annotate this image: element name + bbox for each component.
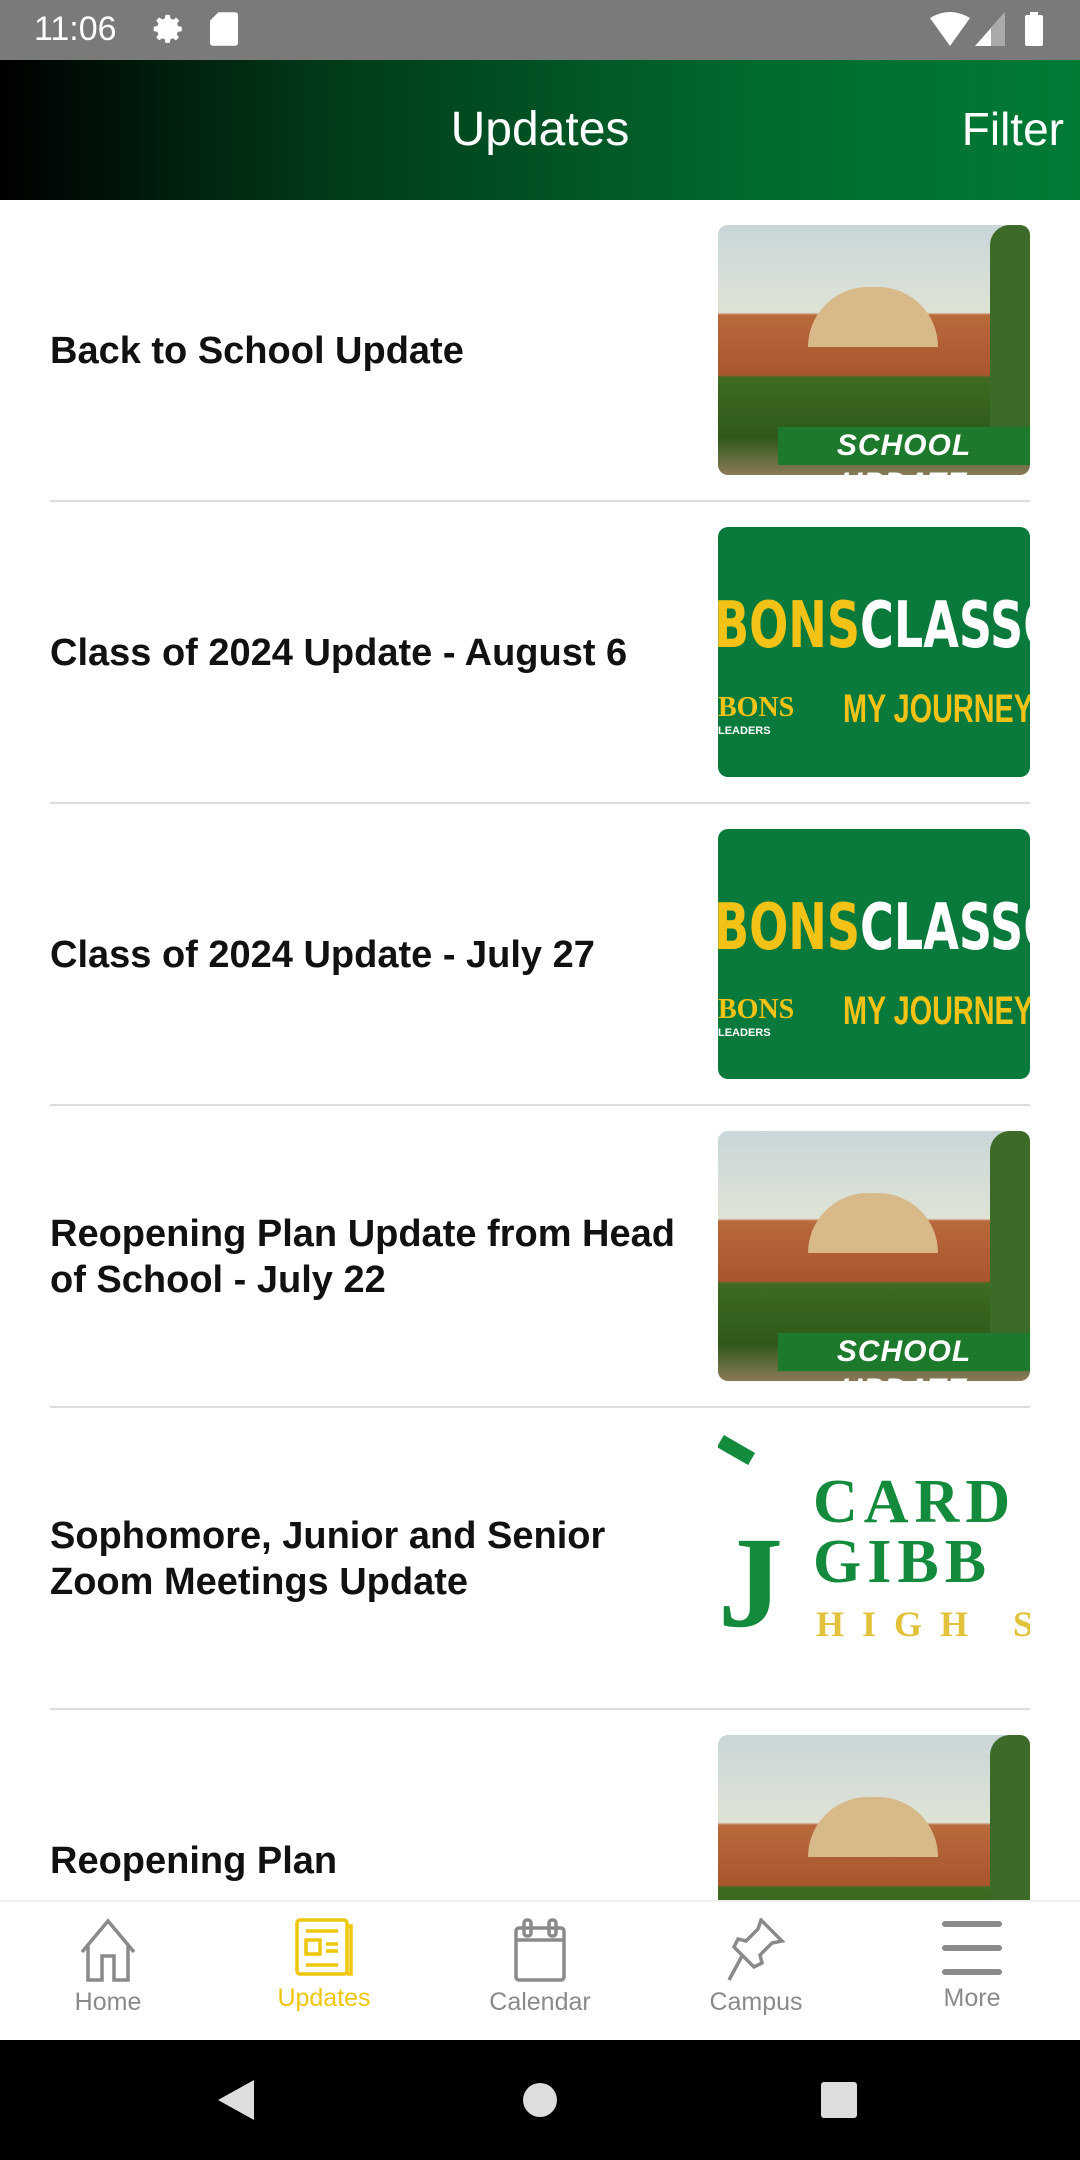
school-logo-thumbnail: J CARD GIBB HIGH S <box>718 1433 1030 1683</box>
update-list-item[interactable]: Reopening Plan Update from Head of Schoo… <box>0 1106 1080 1408</box>
thumbnail-text: LEADERS <box>718 725 771 737</box>
update-title: Reopening Plan Update from Head of Schoo… <box>50 1213 675 1301</box>
tab-campus[interactable]: Campus <box>648 1902 864 2040</box>
tab-updates[interactable]: Updates <box>216 1902 432 2040</box>
tab-label: Home <box>74 1988 142 2016</box>
sd-card-icon <box>210 12 238 46</box>
update-title: Back to School Update <box>50 330 464 372</box>
gear-icon <box>153 14 182 43</box>
bottom-nav: Home Updates Calendar Campus More <box>0 1900 1080 2040</box>
thumbnail-text: CLASSOF <box>860 589 1030 663</box>
school-update-thumbnail: SCHOOL UPDATE <box>718 1735 1030 1900</box>
status-bar: 11:06 <box>0 0 1080 60</box>
menu-icon <box>864 1918 1080 1978</box>
calendar-icon <box>432 1918 648 1982</box>
thumbnail-text: BONS <box>718 891 861 965</box>
thumbnail-caption: SCHOOL UPDATE <box>778 1333 1030 1381</box>
logo-text: HIGH S <box>816 1604 1030 1644</box>
update-list-item[interactable]: Class of 2024 Update - July 27BONSCLASSO… <box>0 804 1080 1106</box>
school-update-thumbnail: SCHOOL UPDATE <box>718 225 1030 475</box>
logo-text: GIBB <box>813 1528 993 1596</box>
update-title: Class of 2024 Update - August 6 <box>50 632 628 674</box>
battery-icon <box>1025 12 1043 46</box>
filter-button[interactable]: Filter <box>962 102 1064 156</box>
class-of-2024-thumbnail: BONSCLASSOFBONSLEADERSMY JOURNEY <box>718 829 1030 1079</box>
back-icon[interactable] <box>218 2080 254 2120</box>
update-list-item[interactable]: Reopening Plan SCHOOL UPDATE <box>0 1710 1080 1900</box>
home-circle-icon[interactable] <box>522 2082 558 2118</box>
update-list-item[interactable]: Class of 2024 Update - August 6 BONSCLASS… <box>0 502 1080 804</box>
signal-icon <box>975 12 1005 46</box>
tab-more[interactable]: More <box>864 1902 1080 2040</box>
thumbnail-text: MY JOURNEY <box>843 989 1030 1033</box>
pushpin-icon <box>648 1918 864 1982</box>
recents-icon[interactable] <box>821 2082 857 2118</box>
school-update-thumbnail: SCHOOL UPDATE <box>718 1131 1030 1381</box>
update-list-item[interactable]: Sophomore, Junior and Senior Zoom Meetin… <box>0 1408 1080 1710</box>
home-icon <box>0 1918 216 1982</box>
thumbnail-text: BONS <box>718 692 795 723</box>
thumbnail-text: CLASSOF <box>860 891 1030 965</box>
thumbnail-text: BONS <box>718 994 795 1025</box>
tab-calendar[interactable]: Calendar <box>432 1902 648 2040</box>
thumbnail-text: BONS <box>718 589 861 663</box>
update-title: Sophomore, Junior and Senior Zoom Meetin… <box>50 1515 606 1603</box>
thumbnail-text: MY JOURNEY <box>843 687 1030 731</box>
thumbnail-text: LEADERS <box>718 1027 771 1039</box>
newspaper-icon <box>216 1918 432 1978</box>
tab-label: Calendar <box>489 1988 591 2016</box>
system-nav-bar <box>0 2040 1080 2160</box>
update-title: Class of 2024 Update - July 27 <box>50 934 595 976</box>
update-title: Reopening Plan <box>50 1840 338 1882</box>
tab-home[interactable]: Home <box>0 1902 216 2040</box>
tab-label: Campus <box>709 1988 803 2016</box>
updates-list: Back to School Update SCHOOL UPDATE Class … <box>0 200 1080 1900</box>
thumbnail-caption: SCHOOL UPDATE <box>778 427 1030 475</box>
status-time: 11:06 <box>34 10 117 48</box>
update-list-item[interactable]: Back to School Update SCHOOL UPDATE <box>0 200 1080 502</box>
tab-label: More <box>943 1984 1001 2012</box>
wifi-icon <box>930 12 970 46</box>
tab-label: Updates <box>277 1984 371 2012</box>
class-of-2024-thumbnail: BONSCLASSOFBONSLEADERSMY JOURNEY <box>718 527 1030 777</box>
page-title: Updates <box>450 103 630 156</box>
app-header: Updates Filter <box>0 60 1080 200</box>
